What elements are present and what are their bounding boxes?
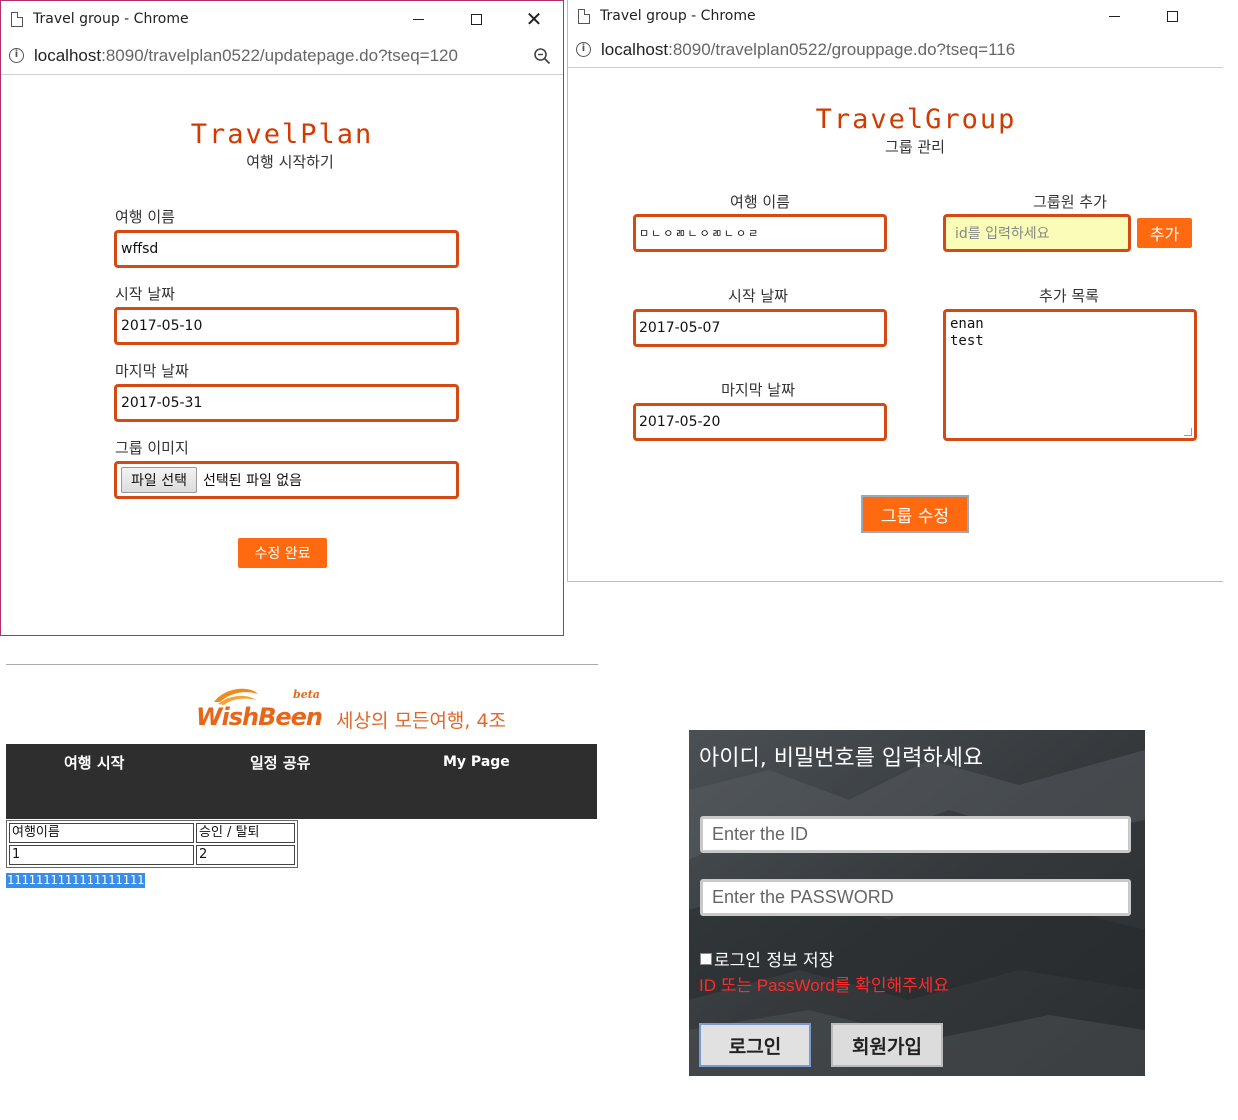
nav-my-page[interactable]: My Page (443, 754, 510, 770)
group-image-field: 파일 선택 선택된 파일 없음 (114, 461, 459, 499)
page-icon (578, 8, 590, 24)
window-controls (1085, 0, 1201, 32)
page-title: TravelPlan (190, 119, 374, 150)
nav-start-trip[interactable]: 여행 시작 (64, 752, 124, 773)
travelplan-window: Travel group - Chrome ✕ i localhost:8090… (0, 0, 564, 636)
main-nav: 여행 시작 일정 공유 My Page (6, 744, 597, 819)
login-panel: 아이디, 비밀번호를 입력하세요 Enter the ID Enter the … (689, 730, 1145, 1076)
window-titlebar[interactable]: Travel group - Chrome ✕ (1, 1, 563, 37)
end-date-label: 마지막 날짜 (721, 381, 795, 399)
add-member-label: 그룹원 추가 (1033, 193, 1107, 211)
password-input[interactable]: Enter the PASSWORD (700, 879, 1131, 916)
url-path: :8090/travelplan0522/grouppage.do?tseq=1… (668, 39, 1016, 59)
url-host: localhost (34, 45, 102, 65)
signup-button[interactable]: 회원가입 (831, 1023, 943, 1067)
window-title: Travel group - Chrome (33, 11, 189, 27)
login-error-message: ID 또는 PassWord를 확인해주세요 (699, 976, 950, 995)
svg-text:WishBeen: WishBeen (196, 703, 322, 730)
added-list-label: 추가 목록 (1039, 287, 1099, 305)
id-placeholder: Enter the ID (712, 824, 809, 844)
password-placeholder: Enter the PASSWORD (712, 887, 894, 907)
id-input[interactable]: Enter the ID (700, 816, 1131, 853)
address-bar[interactable]: i localhost:8090/travelplan0522/grouppag… (568, 32, 1223, 68)
table-cell: 1 (9, 845, 194, 865)
remember-checkbox[interactable] (700, 952, 712, 965)
trip-table: 여행이름 승인 / 탈퇴 1 2 (6, 820, 298, 868)
nav-share-schedule[interactable]: 일정 공유 (250, 752, 310, 773)
selected-text[interactable]: 1111111111111111111 (6, 873, 146, 888)
resize-grip-icon[interactable] (1184, 428, 1192, 436)
page-subtitle: 여행 시작하기 (246, 153, 334, 171)
trip-name-input[interactable]: wffsd (114, 230, 459, 268)
table-header-trip-name: 여행이름 (9, 823, 194, 843)
start-date-value: 2017-05-10 (121, 318, 203, 334)
remember-label: 로그인 정보 저장 (714, 951, 835, 971)
add-member-button[interactable]: 추가 (1137, 218, 1192, 248)
start-date-label: 시작 날짜 (728, 287, 788, 305)
login-button[interactable]: 로그인 (699, 1023, 811, 1067)
edit-group-button[interactable]: 그룹 수정 (861, 495, 969, 533)
added-members-textarea[interactable]: enan test (943, 309, 1197, 441)
file-status: 선택된 파일 없음 (202, 473, 303, 489)
divider (6, 664, 598, 665)
end-date-input[interactable]: 2017-05-31 (114, 384, 459, 422)
update-complete-button[interactable]: 수정 완료 (238, 538, 327, 568)
trip-name-value: ㅁㄴㅇㄻㄴㅇㄻㄴㅇㄹ (639, 227, 761, 240)
table-cell: 2 (196, 845, 295, 865)
file-select-button[interactable]: 파일 선택 (121, 467, 197, 493)
start-date-input[interactable]: 2017-05-10 (114, 307, 459, 345)
minimize-button[interactable] (389, 1, 447, 37)
info-icon[interactable]: i (9, 48, 24, 63)
trip-name-input[interactable]: ㅁㄴㅇㄻㄴㅇㄻㄴㅇㄹ (633, 214, 887, 252)
minimize-button[interactable] (1085, 0, 1143, 32)
wishbeen-logo[interactable]: beta WishBeen (196, 684, 326, 730)
end-date-value: 2017-05-20 (639, 414, 721, 430)
maximize-button[interactable] (447, 1, 505, 37)
address-bar[interactable]: i localhost:8090/travelplan0522/updatepa… (1, 37, 563, 75)
minimize-icon (412, 18, 424, 20)
window-title: Travel group - Chrome (600, 8, 756, 24)
added-members-value: enan test (950, 316, 984, 349)
minimize-icon (1108, 15, 1120, 17)
info-icon[interactable]: i (576, 42, 591, 57)
table-row: 1 2 (8, 844, 296, 866)
end-date-label: 마지막 날짜 (115, 362, 189, 380)
window-controls: ✕ (389, 1, 563, 37)
close-icon: ✕ (525, 7, 543, 31)
start-date-label: 시작 날짜 (115, 285, 175, 303)
svg-text:beta: beta (293, 688, 320, 701)
maximize-icon (470, 13, 482, 25)
start-date-input[interactable]: 2017-05-07 (633, 309, 887, 347)
page-title: TravelGroup (815, 104, 1017, 135)
wishbeen-tagline: 세상의 모든여행, 4조 (336, 710, 507, 732)
login-heading: 아이디, 비밀번호를 입력하세요 (699, 746, 984, 771)
maximize-icon (1166, 10, 1178, 22)
maximize-button[interactable] (1143, 0, 1201, 32)
table-header-approve: 승인 / 탈퇴 (196, 823, 295, 843)
remember-login: 로그인 정보 저장 (700, 946, 834, 971)
end-date-input[interactable]: 2017-05-20 (633, 403, 887, 441)
trip-name-label: 여행 이름 (730, 193, 790, 211)
member-id-input[interactable]: id를 입력하세요 (943, 214, 1131, 252)
page-icon (11, 11, 23, 27)
page-subtitle: 그룹 관리 (885, 138, 945, 156)
start-date-value: 2017-05-07 (639, 320, 721, 336)
trip-name-label: 여행 이름 (115, 208, 175, 226)
group-image-label: 그룹 이미지 (115, 439, 189, 457)
window-titlebar[interactable]: Travel group - Chrome (568, 0, 1223, 32)
url-path: :8090/travelplan0522/updatepage.do?tseq=… (101, 45, 458, 65)
travelgroup-window: Travel group - Chrome i localhost:8090/t… (567, 0, 1223, 582)
close-button[interactable]: ✕ (505, 1, 563, 37)
table-header-row: 여행이름 승인 / 탈퇴 (8, 822, 296, 844)
end-date-value: 2017-05-31 (121, 395, 203, 411)
trip-name-value: wffsd (121, 241, 159, 257)
zoom-out-icon[interactable] (533, 47, 551, 65)
url-host: localhost (601, 39, 669, 59)
member-id-placeholder: id를 입력하세요 (955, 226, 1050, 242)
